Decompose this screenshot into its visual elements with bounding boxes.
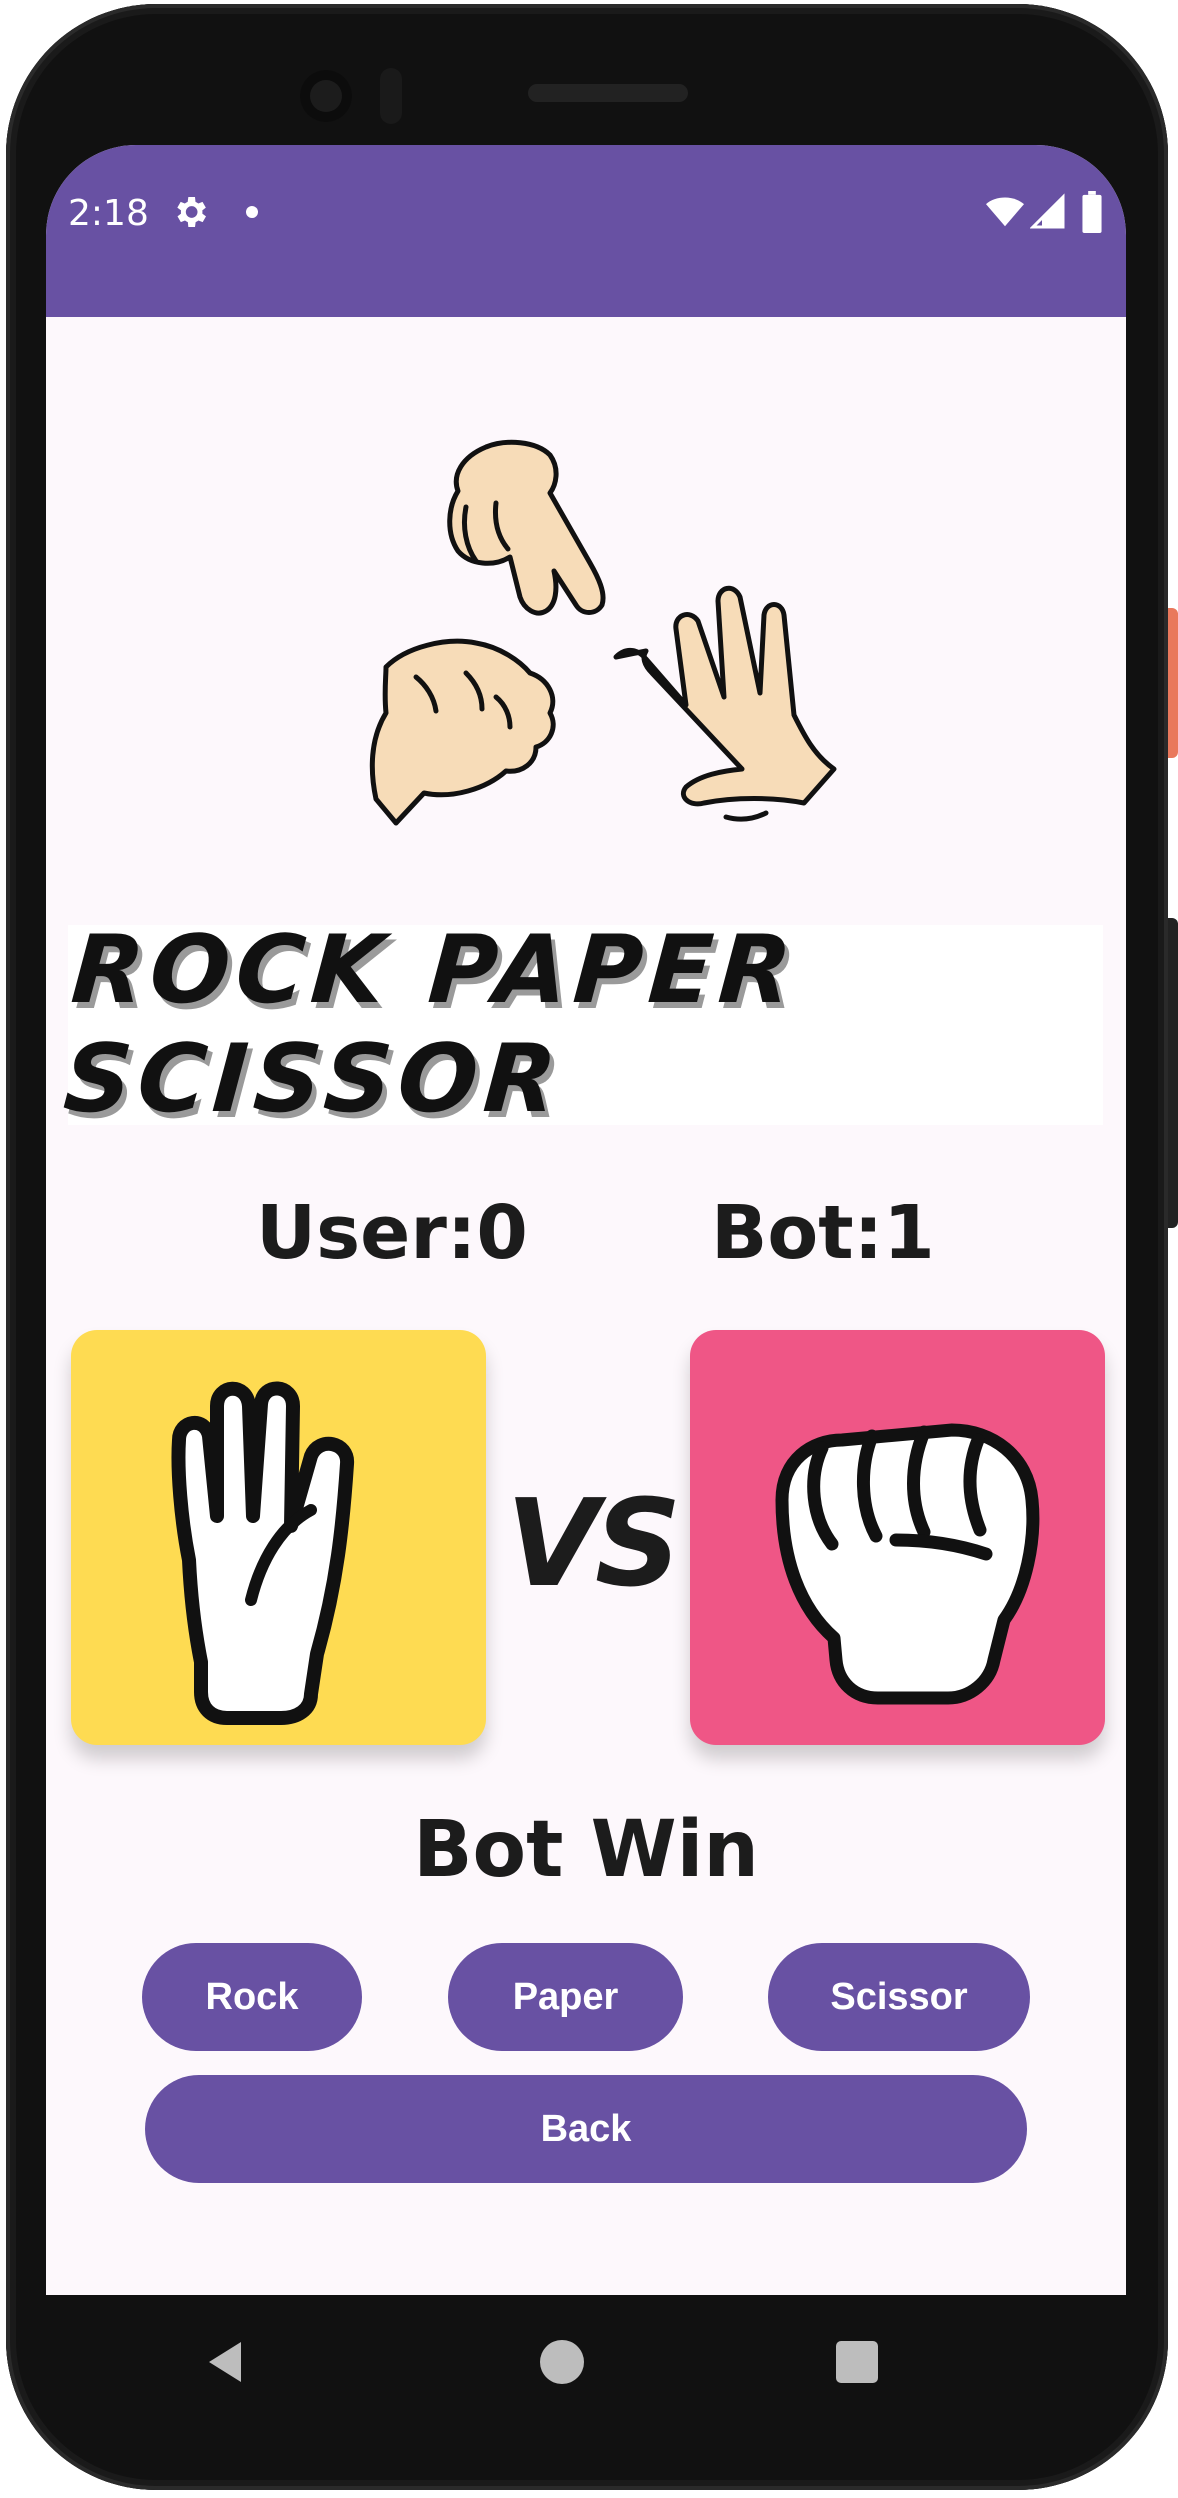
square-recents-icon[interactable] bbox=[836, 2341, 878, 2383]
app-screen: 2:18 ROCK PAPER SCISSOR User:0 Bot:1 VS … bbox=[46, 145, 1126, 2295]
proximity-sensor bbox=[380, 68, 402, 124]
user-choice-card bbox=[71, 1330, 486, 1745]
signal-icon bbox=[1030, 193, 1065, 229]
title-banner: ROCK PAPER SCISSOR bbox=[60, 916, 1103, 1134]
game-title: ROCK PAPER SCISSOR bbox=[60, 916, 801, 1134]
rock-fist-icon bbox=[775, 1423, 1040, 1705]
rock-button[interactable]: Rock bbox=[142, 1943, 362, 2051]
back-button[interactable]: Back bbox=[145, 2075, 1027, 2183]
triangle-back-icon[interactable] bbox=[205, 2340, 245, 2384]
wifi-icon bbox=[986, 197, 1024, 227]
gear-icon bbox=[177, 197, 206, 227]
user-score: User:0 bbox=[256, 1190, 528, 1276]
earpiece-speaker bbox=[528, 84, 688, 102]
status-bar: 2:18 bbox=[46, 145, 1126, 317]
vs-label: VS bbox=[506, 1475, 681, 1614]
rock-paper-scissors-hands-icon bbox=[369, 439, 837, 826]
battery-icon bbox=[1082, 191, 1102, 233]
volume-button bbox=[1168, 918, 1178, 1228]
status-time: 2:18 bbox=[68, 193, 149, 234]
dot-icon bbox=[246, 206, 258, 218]
power-button bbox=[1168, 608, 1178, 758]
bot-score: Bot:1 bbox=[711, 1190, 935, 1276]
front-camera bbox=[300, 70, 352, 122]
bot-choice-card bbox=[690, 1330, 1105, 1745]
scissor-button[interactable]: Scissor bbox=[768, 1943, 1030, 2051]
paper-hand-icon bbox=[171, 1381, 354, 1725]
paper-button[interactable]: Paper bbox=[448, 1943, 683, 2051]
circle-home-icon[interactable] bbox=[540, 2340, 584, 2384]
game-result: Bot Win bbox=[413, 1805, 759, 1895]
